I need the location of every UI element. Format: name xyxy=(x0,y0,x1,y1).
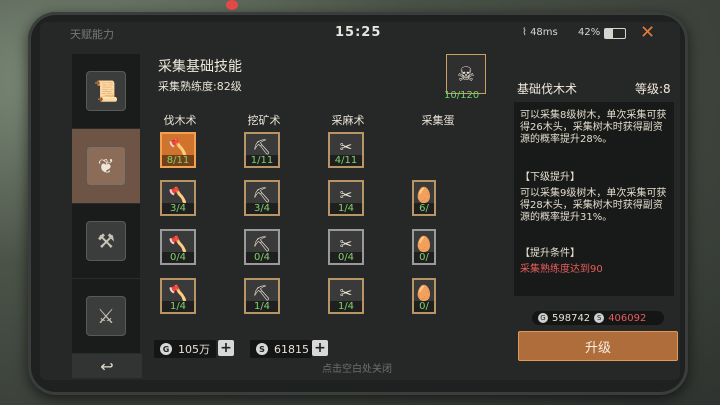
skill-node[interactable]: 🥚 0/ xyxy=(412,278,436,314)
skill-tree: 采集基础技能 采集熟练度:82级 ☠ 10/120 伐木术 挖矿术 采麻术 采集… xyxy=(146,54,496,358)
skill-node[interactable]: 🪓 0/4 xyxy=(160,229,196,265)
skill-node-level: 0/ xyxy=(414,301,434,312)
skill-node[interactable]: 🪓 8/11 xyxy=(160,132,196,168)
detail-description: 可以采集8级树木，单次采集可获得26木头，采集树木时获得副资源的概率提升28%。… xyxy=(514,102,674,296)
status-bar: 天赋能力 15:25 ⌇ 48ms 42% ✕ xyxy=(40,22,680,44)
skill-node-level: 3/4 xyxy=(162,203,194,214)
leaf-icon: ❦ xyxy=(86,146,126,186)
network-latency: ⌇ 48ms xyxy=(522,27,558,38)
certificate-icon: 📜 xyxy=(86,71,126,111)
column-header: 伐木术 xyxy=(163,114,197,127)
close-hint: 点击空白处关闭 xyxy=(322,364,392,375)
next-level-effect: 可以采集9级树木，单次采集可获得28木头，采集树木时获得副资源的概率提升31%。 xyxy=(520,188,667,223)
badge-count: 10/120 xyxy=(444,90,480,101)
battery-fill xyxy=(605,29,614,38)
tab-gathering[interactable]: ❦ xyxy=(72,129,140,204)
app-indicator-icon xyxy=(226,0,238,10)
skill-node-level: 1/4 xyxy=(246,301,278,312)
skill-node-level: 4/11 xyxy=(330,155,362,166)
skill-node[interactable]: 🥚 0/ xyxy=(412,229,436,265)
skill-detail-panel: 基础伐木术 等级:8 可以采集8级树木，单次采集可获得26木头，采集树木时获得副… xyxy=(512,74,678,374)
skill-node[interactable]: ✂ 4/11 xyxy=(328,132,364,168)
skill-panel: 天赋能力 15:25 ⌇ 48ms 42% ✕ 📜 ❦ ⚒ ⚔ 采集基础技能 采… xyxy=(40,22,680,380)
panel-title: 天赋能力 xyxy=(70,28,114,41)
skill-node-level: 1/4 xyxy=(330,301,362,312)
bottom-bar: ↩ 点击空白处关闭 xyxy=(72,354,672,378)
current-effect: 可以采集8级树木，单次采集可获得26木头，采集树木时获得副资源的概率提升28%。 xyxy=(520,110,667,145)
skill-node-level: 0/4 xyxy=(162,252,194,263)
owned-currency: G 598742 S 406092 xyxy=(532,311,664,325)
skill-node[interactable]: ⛏ 3/4 xyxy=(244,180,280,216)
column-header: 采集蛋 xyxy=(421,114,455,127)
coin-icon: G xyxy=(538,313,548,323)
tab-crafting[interactable]: ⚒ xyxy=(72,204,140,279)
skill-node-level: 0/4 xyxy=(246,252,278,263)
column-header: 采麻术 xyxy=(331,114,365,127)
skill-node-level: 1/11 xyxy=(246,155,278,166)
requirement-text: 采集熟练度达到90 xyxy=(520,264,603,275)
skill-node[interactable]: ✂ 1/4 xyxy=(328,278,364,314)
battery-icon xyxy=(604,28,626,39)
tab-certificate[interactable]: 📜 xyxy=(72,54,140,129)
skill-node-level: 1/4 xyxy=(330,203,362,214)
proficiency-level: 采集熟练度:82级 xyxy=(158,80,242,93)
skill-node[interactable]: ⛏ 1/11 xyxy=(244,132,280,168)
column-header: 挖矿术 xyxy=(247,114,281,127)
back-button[interactable]: ↩ xyxy=(72,354,142,378)
skill-node-level: 8/11 xyxy=(162,155,194,166)
close-icon[interactable]: ✕ xyxy=(640,22,655,43)
skill-node-level: 0/ xyxy=(414,252,434,263)
skill-node[interactable]: ✂ 0/4 xyxy=(328,229,364,265)
silver-icon: S xyxy=(594,313,605,323)
hammer-icon: ⚒ xyxy=(86,221,126,261)
tab-weapons[interactable]: ⚔ xyxy=(72,279,140,354)
category-sidebar: 📜 ❦ ⚒ ⚔ xyxy=(72,54,140,354)
next-level-header: 【下级提升】 xyxy=(520,172,580,183)
return-icon: ↩ xyxy=(100,356,114,376)
weapon-icon: ⚔ xyxy=(86,296,126,336)
detail-title: 基础伐木术 xyxy=(517,82,578,96)
skill-node-level: 0/4 xyxy=(330,252,362,263)
battery-percent: 42% xyxy=(578,27,601,38)
skill-node[interactable]: ⛏ 0/4 xyxy=(244,229,280,265)
clock: 15:25 xyxy=(335,25,382,40)
requirement-header: 【提升条件】 xyxy=(520,248,580,259)
detail-level: 等级:8 xyxy=(635,82,671,96)
skill-node[interactable]: 🪓 1/4 xyxy=(160,278,196,314)
skill-node[interactable]: ⛏ 1/4 xyxy=(244,278,280,314)
skill-node[interactable]: ✂ 1/4 xyxy=(328,180,364,216)
skill-node-level: 1/4 xyxy=(162,301,194,312)
skill-title: 采集基础技能 xyxy=(158,59,242,75)
skill-node-level: 3/4 xyxy=(246,203,278,214)
skull-badge-icon[interactable]: ☠ xyxy=(446,54,486,94)
skill-node-level: 6/ xyxy=(414,203,434,214)
skill-node[interactable]: 🪓 3/4 xyxy=(160,180,196,216)
skill-node[interactable]: 🥚 6/ xyxy=(412,180,436,216)
